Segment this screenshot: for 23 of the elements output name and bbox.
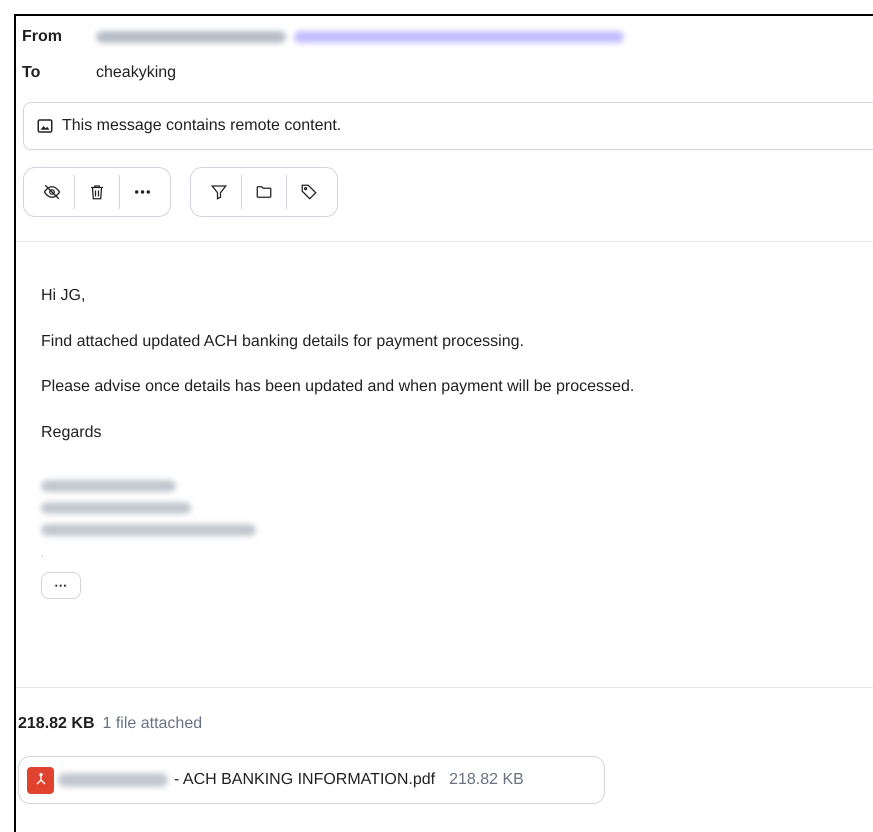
filter-icon — [210, 183, 228, 201]
header-label: From — [22, 27, 63, 47]
expand-button[interactable]: ··· — [41, 572, 81, 599]
body-paragraph: Hi JG, — [41, 286, 86, 306]
more-icon — [134, 190, 150, 194]
body-paragraph: Find attached updated ACH banking details for payment processing. — [41, 332, 525, 352]
attachment-count: 1 file attached — [102, 714, 202, 734]
body-paragraph: Please advise once details has been updated and when payment will be processed. — [41, 377, 636, 397]
eye-off-icon — [43, 183, 61, 201]
body-paragraph: Regards — [41, 422, 102, 442]
folder-icon — [255, 183, 273, 201]
tag-icon — [300, 183, 318, 201]
attachment-size: 218.82 KB — [18, 714, 94, 734]
trash-icon — [88, 183, 106, 201]
attachment-card[interactable]: - ACH BANKING INFORMATION.pdf 218.82 KB — [18, 756, 605, 804]
image-icon — [36, 117, 54, 135]
trailing-text: . — [41, 550, 45, 560]
attachment-file-size: 218.82 KB — [449, 770, 524, 790]
attachment-name: - ACH BANKING INFORMATION.pdf — [174, 770, 436, 790]
recipient-name: cheakyking — [96, 63, 176, 83]
banner-text: This message contains remote content. — [62, 116, 342, 136]
header-label: To — [22, 63, 42, 83]
pdf-icon — [27, 766, 54, 794]
